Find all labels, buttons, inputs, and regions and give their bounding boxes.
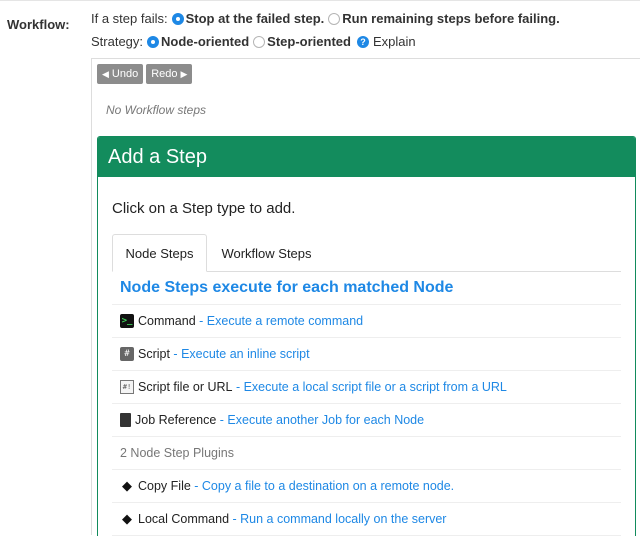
step-separator: - xyxy=(190,479,202,493)
radio-step-oriented[interactable] xyxy=(253,35,266,48)
explain-link[interactable]: Explain xyxy=(373,34,416,49)
step-separator: - xyxy=(195,314,207,328)
radio-stop-at-failed[interactable] xyxy=(171,12,184,25)
step-item-script[interactable]: # Script - Execute an inline script xyxy=(112,338,621,371)
strategy-prefix: Strategy: xyxy=(91,34,144,49)
step-description[interactable]: Execute a local script file or a script … xyxy=(244,380,507,394)
radio-run-remaining[interactable] xyxy=(328,12,341,25)
undo-redo-toolbar: ◀ Undo Redo ▶ xyxy=(97,64,193,84)
step-name: Command xyxy=(138,314,196,328)
undo-label: Undo xyxy=(111,68,139,80)
option-run-remaining-label[interactable]: Run remaining steps before failing. xyxy=(342,11,559,26)
step-name: Script xyxy=(138,347,170,361)
step-description[interactable]: Execute a remote command xyxy=(207,314,363,328)
failure-prefix: If a step fails: xyxy=(91,11,168,26)
tab-workflow-steps[interactable]: Workflow Steps xyxy=(209,234,324,272)
step-name: Job Reference xyxy=(135,413,217,427)
step-separator: - xyxy=(232,380,244,394)
script-icon: # xyxy=(120,347,134,361)
option-step-oriented-label[interactable]: Step-oriented xyxy=(267,34,351,49)
step-description[interactable]: Execute an inline script xyxy=(181,347,310,361)
option-stop-label[interactable]: Stop at the failed step. xyxy=(186,11,325,26)
node-steps-section-title: Node Steps execute for each matched Node xyxy=(112,272,621,305)
empty-workflow-message: No Workflow steps xyxy=(106,103,207,117)
strategy-options: Strategy: Node-oriented Step-oriented ? … xyxy=(91,34,416,49)
add-step-panel: Add a Step Click on a Step type to add. … xyxy=(97,136,636,536)
terminal-icon: >_ xyxy=(120,314,134,328)
step-item-job-reference[interactable]: Job Reference - Execute another Job for … xyxy=(112,404,621,437)
option-node-oriented-label[interactable]: Node-oriented xyxy=(161,34,249,49)
plugins-header: 2 Node Step Plugins xyxy=(112,437,621,470)
workflow-panel: ◀ Undo Redo ▶ No Workflow steps Add a St… xyxy=(91,58,640,536)
step-item-command[interactable]: >_ Command - Execute a remote command xyxy=(112,305,621,338)
redo-button[interactable]: Redo ▶ xyxy=(146,64,193,84)
step-item-script-file[interactable]: #! Script file or URL - Execute a local … xyxy=(112,371,621,404)
add-step-instruction: Click on a Step type to add. xyxy=(112,200,296,217)
script-file-icon: #! xyxy=(120,380,134,394)
step-type-tabs: Node Steps Workflow Steps xyxy=(112,234,621,272)
redo-label: Redo xyxy=(151,68,178,80)
plugin-item-copy-file[interactable]: ◆ Copy File - Copy a file to a destinati… xyxy=(112,470,621,503)
step-forward-icon: ▶ xyxy=(180,68,188,79)
step-name: Script file or URL xyxy=(138,380,233,394)
top-divider xyxy=(0,0,640,1)
undo-button[interactable]: ◀ Undo xyxy=(97,64,144,84)
add-step-title: Add a Step xyxy=(108,145,207,168)
step-description[interactable]: Execute another Job for each Node xyxy=(227,413,424,427)
tab-node-steps[interactable]: Node Steps xyxy=(112,234,207,272)
failure-options: If a step fails: Stop at the failed step… xyxy=(91,11,560,26)
workflow-label: Workflow: xyxy=(7,17,70,32)
diamond-icon: ◆ xyxy=(122,478,132,493)
step-separator: - xyxy=(169,347,182,361)
step-separator: - xyxy=(229,512,241,526)
diamond-icon: ◆ xyxy=(122,511,132,526)
step-separator: - xyxy=(216,413,228,427)
book-icon xyxy=(120,413,131,427)
step-description[interactable]: Copy a file to a destination on a remote… xyxy=(202,479,454,493)
step-name: Copy File xyxy=(138,479,191,493)
add-step-header: Add a Step xyxy=(98,137,635,177)
step-description[interactable]: Run a command locally on the server xyxy=(240,512,446,526)
help-icon[interactable]: ? xyxy=(356,35,369,48)
step-name: Local Command xyxy=(138,512,230,526)
plugin-item-local-command[interactable]: ◆ Local Command - Run a command locally … xyxy=(112,503,621,536)
radio-node-oriented[interactable] xyxy=(147,35,160,48)
step-backward-icon: ◀ xyxy=(102,68,109,79)
